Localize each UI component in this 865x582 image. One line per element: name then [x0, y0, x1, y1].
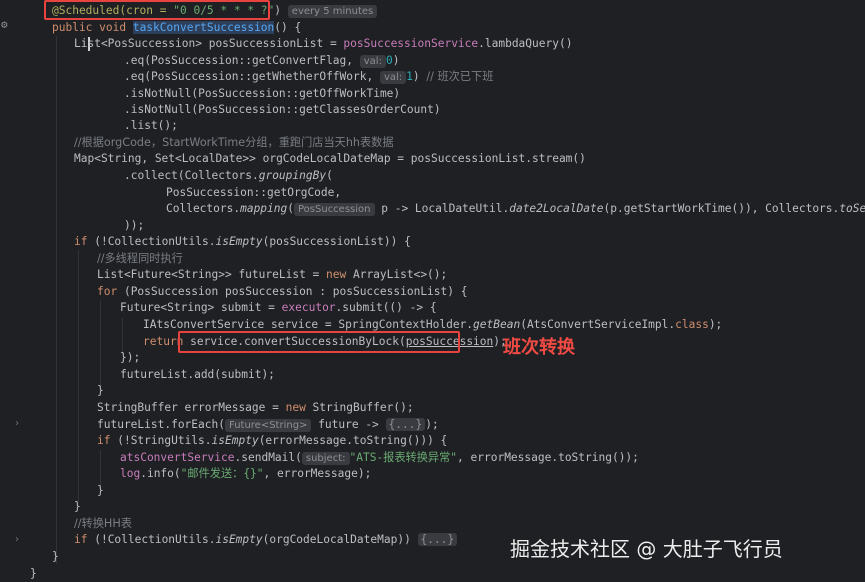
code-line: }); — [120, 351, 141, 364]
code-line: )); — [124, 219, 145, 232]
type-hint: PosSuccession — [294, 203, 375, 216]
code-line: Map<String, Set<LocalDate>> orgCodeLocal… — [74, 152, 586, 165]
code-line: PosSuccession::getOrgCode, — [166, 186, 342, 199]
code-line: if (!StringUtils.isEmpty(errorMessage.to… — [97, 434, 448, 447]
type-hint: Future<String> — [224, 419, 312, 432]
code-line: .eq(PosSuccession::getWhetherOffWork, va… — [124, 70, 494, 84]
comment: // 班次已下班 — [426, 70, 494, 83]
succession-convert-label: 班次转换 — [503, 337, 575, 358]
cron-inlay-hint: every 5 minutes — [287, 5, 378, 18]
method-name[interactable]: taskConvertSuccession — [132, 21, 275, 34]
indent-guide — [100, 300, 101, 388]
code-line: List<PosSuccession> posSuccessionList = … — [74, 37, 573, 50]
code-line: } — [97, 484, 104, 497]
code-line: } — [74, 500, 81, 513]
fold-chevron-icon[interactable]: › — [14, 418, 20, 429]
code-line: for (PosSuccession posSuccession : posSu… — [97, 285, 468, 298]
method-modifiers: public void — [52, 21, 133, 34]
code-line: futureList.forEach(Future<String> future… — [97, 418, 439, 432]
scheduled-run-gear-icon[interactable]: ⚙ — [1, 18, 8, 31]
comment: //根据orgCode，StartWorkTime分组，重跑门店当天hh表数据 — [74, 136, 394, 149]
convert-call-highlight-box — [178, 331, 460, 353]
code-line: log.info("邮件发送：{}", errorMessage); — [120, 467, 372, 480]
indent-guide — [100, 450, 101, 486]
code-line: .isNotNull(PosSuccession::getClassesOrde… — [124, 103, 441, 116]
comment: //转换HH表 — [74, 517, 132, 530]
code-line: } — [97, 384, 104, 397]
indent-guide — [122, 318, 123, 354]
code-line: Collectors.mapping(PosSuccession p -> Lo… — [166, 202, 865, 216]
param-hint: val: — [359, 55, 386, 68]
code-line: .isNotNull(PosSuccession::getOffWorkTime… — [124, 87, 401, 100]
code-line: Future<String> submit = executor.submit(… — [120, 301, 437, 314]
comment: //多线程同时执行 — [97, 252, 183, 265]
code-editor[interactable]: @Scheduled(cron = "0 0/5 * * * ?") every… — [30, 0, 865, 580]
param-hint: subject: — [301, 452, 350, 465]
code-line: atsConvertService.sendMail(subject: "ATS-… — [120, 451, 639, 465]
annotation-close: ) — [274, 4, 282, 17]
code-line-method: public void taskConvertSuccession() { — [52, 20, 301, 36]
watermark: 掘金技术社区 @ 大肚子飞行员 — [510, 537, 783, 561]
indent-guide — [78, 250, 79, 502]
param-hint: val: — [379, 71, 407, 84]
indent-guide — [56, 36, 57, 564]
code-line: .list(); — [124, 119, 178, 132]
code-line: if (!CollectionUtils.isEmpty(orgCodeLoca… — [74, 532, 458, 548]
code-line: StringBuffer errorMessage = new StringBu… — [97, 401, 414, 414]
code-line: } — [52, 550, 59, 563]
folded-code-block[interactable]: {...} — [385, 418, 426, 431]
code-line: .collect(Collectors.groupingBy( — [124, 169, 333, 182]
code-line: if (!CollectionUtils.isEmpty(posSuccessi… — [74, 235, 411, 248]
folded-code-block[interactable]: {...} — [417, 533, 458, 546]
code-line: futureList.add(submit); — [120, 368, 275, 381]
annotation-highlight-box — [44, 0, 270, 20]
editor-gutter: ⚙ › › — [0, 0, 30, 580]
fold-chevron-icon[interactable]: › — [14, 534, 20, 545]
code-line: List<Future<String>> futureList = new Ar… — [97, 268, 448, 281]
code-line: .eq(PosSuccession::getConvertFlag, val: 0… — [124, 54, 400, 68]
method-params: () { — [274, 21, 302, 34]
